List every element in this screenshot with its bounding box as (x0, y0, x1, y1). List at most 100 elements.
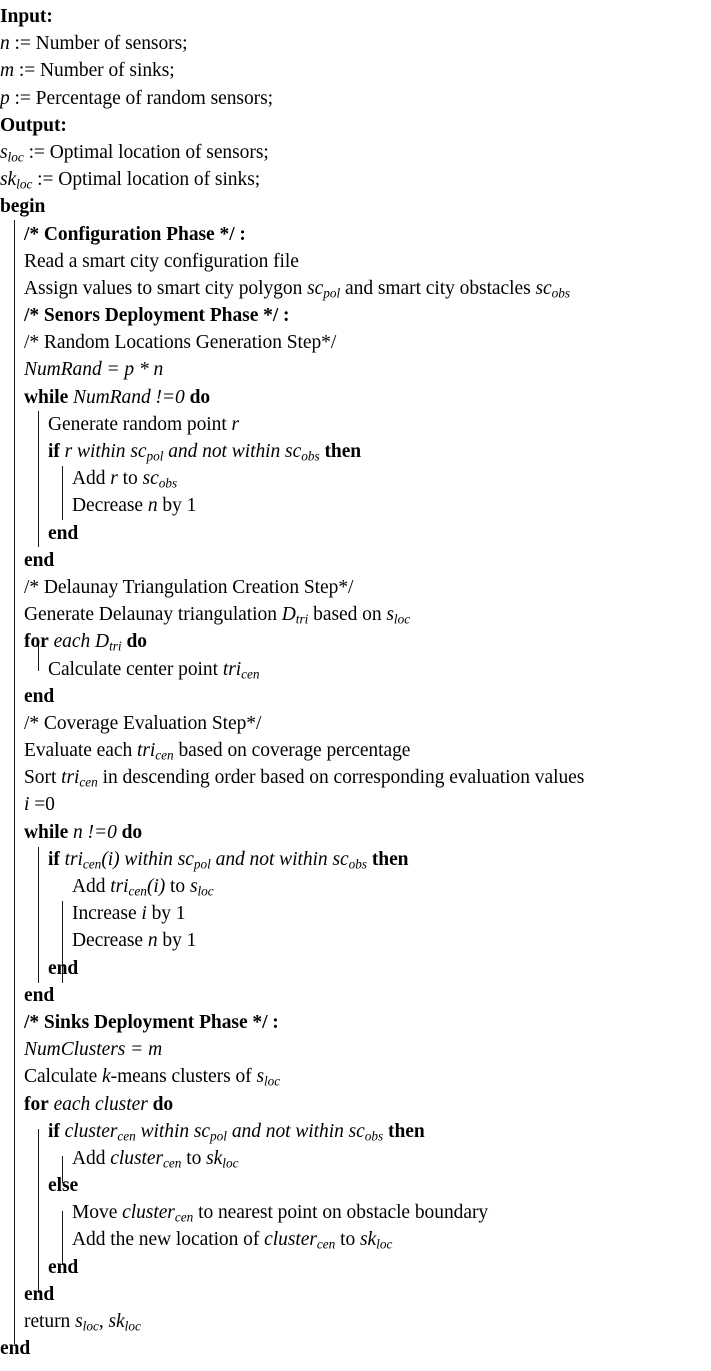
statement-read-config: Read a smart city configuration file (0, 248, 711, 275)
end-algorithm: end (0, 1335, 711, 1362)
decrease-n-mid: by 1 (162, 930, 197, 952)
add-r-mid: to (122, 468, 138, 490)
subscript-tri: tri (109, 639, 122, 655)
keyword-for: for (24, 631, 49, 653)
condition-numrand: NumRand (73, 386, 151, 408)
subscript-loc: loc (16, 176, 33, 192)
keyword-do: do (121, 821, 143, 843)
subscript-loc: loc (197, 883, 214, 899)
keyword-if: if (48, 441, 60, 462)
keyword-while: while (24, 821, 69, 843)
begin-keyword: begin (0, 193, 711, 220)
variable-p: p (0, 87, 10, 109)
subscript-loc: loc (82, 1318, 99, 1334)
keyword-end: end (24, 685, 55, 707)
add-new-location-pre: Add the new location of (72, 1229, 260, 1251)
variable-tri-cen: tri (136, 740, 156, 762)
condition-within: within (77, 441, 126, 462)
variable-s-loc: s (75, 1311, 83, 1332)
increase-i-pre: Increase (72, 903, 137, 925)
statement-generate-delaunay: Generate Delaunay triangulation Dtri bas… (0, 601, 711, 628)
variable-sk-loc: sk (360, 1229, 377, 1251)
comment-sinks-deployment-phase-text: /* Sinks Deployment Phase */ : (24, 1011, 279, 1033)
subscript-obs: obs (364, 1128, 384, 1144)
variable-numclusters: NumClusters (24, 1039, 126, 1061)
subscript-cen: cen (163, 1155, 182, 1171)
end-if-tricen-within: end (0, 955, 711, 982)
condition-each: each (53, 631, 91, 653)
variable-cluster-cen: cluster (122, 1202, 175, 1224)
calculate-kmeans-pre: Calculate (24, 1066, 98, 1088)
variable-sc-pol: sc (193, 1120, 211, 1142)
generate-delaunay-mid: based on (313, 604, 382, 626)
variable-sc-pol: sc (130, 441, 147, 462)
statement-add-r-to-scobs: Add r to scobs (0, 465, 711, 492)
for-each-cluster-header: for each cluster do (0, 1091, 711, 1118)
statement-move-cluster: Move clustercen to nearest point on obst… (0, 1199, 711, 1226)
add-new-location-mid: to (340, 1229, 356, 1251)
subscript-cen: cen (82, 856, 102, 872)
keyword-do: do (189, 386, 211, 408)
subscript-obs: obs (158, 475, 178, 491)
subscript-loc: loc (263, 1074, 281, 1090)
condition-within: within (124, 848, 173, 870)
subscript-cen: cen (155, 747, 174, 763)
subscript-cen: cen (117, 1128, 136, 1144)
calculate-center-point-text: Calculate center point (48, 658, 218, 680)
keyword-end: end (48, 957, 79, 979)
comment-configuration-phase: /* Configuration Phase */ : (0, 221, 711, 248)
keyword-end: end (24, 984, 55, 1006)
variable-sc-pol: sc (307, 277, 324, 299)
comment-random-locations-step-text: /* Random Locations Generation Step*/ (24, 332, 337, 354)
evaluate-each-post: based on coverage percentage (178, 740, 411, 762)
output-label: Output: (0, 112, 711, 139)
variable-n: n (147, 930, 158, 952)
if-tricen-within-header: if tricen(i) within scpol and not within… (0, 846, 711, 873)
variable-k: k (102, 1066, 111, 1088)
else-keyword: else (0, 1172, 711, 1199)
decrease-n-mid: by 1 (162, 495, 197, 517)
keyword-do: do (126, 631, 147, 653)
variable-sk: sk (0, 169, 17, 191)
variable-i: i (24, 794, 30, 816)
end-while-numrand: end (0, 547, 711, 574)
variable-m: m (0, 60, 15, 82)
statement-increase-i: Increase i by 1 (0, 900, 711, 927)
variable-tri-cen: tri (61, 767, 80, 789)
subscript-cen: cen (241, 666, 260, 682)
assign-values-mid: and smart city obstacles (345, 277, 531, 299)
subscript-pol: pol (193, 856, 211, 872)
for-each-dtri-header: for each Dtri do (0, 628, 711, 655)
subscript-loc: loc (7, 149, 24, 165)
subscript-pol: pol (210, 1128, 227, 1144)
comment-sensors-deployment-phase-text: /* Senors Deployment Phase */ : (24, 305, 290, 327)
variable-tri-cen: tri (110, 876, 129, 897)
comment-coverage-step: /* Coverage Evaluation Step*/ (0, 710, 711, 737)
end-for-each-cluster: end (0, 1281, 711, 1308)
statement-decrease-n: Decrease n by 1 (0, 492, 711, 519)
add-tricen-pre: Add (72, 876, 106, 897)
comment-random-locations-step: /* Random Locations Generation Step*/ (0, 329, 711, 356)
sort-post: in descending order based on correspondi… (102, 767, 585, 789)
variable-sc-obs: sc (535, 277, 552, 299)
variable-r: r (231, 413, 240, 435)
keyword-then: then (388, 1120, 425, 1142)
subscript-obs: obs (551, 285, 571, 301)
comment-delaunay-step-text: /* Delaunay Triangulation Creation Step*… (24, 576, 354, 598)
tricen-index: (i) (146, 876, 166, 897)
end-if-r-within: end (0, 520, 711, 547)
keyword-while: while (24, 386, 69, 408)
input-param-n-text: := Number of sensors; (14, 33, 188, 55)
keyword-if: if (48, 1120, 60, 1142)
keyword-end: end (48, 1256, 79, 1278)
condition-and-not-within: and not within (215, 848, 328, 870)
variable-n: n (0, 33, 10, 55)
i-init-value: =0 (34, 794, 55, 816)
output-param-skloc-text: := Optimal location of sinks; (37, 169, 261, 191)
decrease-n-pre: Decrease (72, 930, 144, 952)
input-label-text: Input: (0, 6, 53, 27)
statement-calculate-kmeans: Calculate k-means clusters of sloc (0, 1063, 711, 1090)
algorithm-pseudocode-block: Input: n := Number of sensors; m := Numb… (0, 0, 711, 1362)
subscript-obs: obs (348, 856, 368, 872)
add-tricen-mid: to (170, 876, 186, 897)
